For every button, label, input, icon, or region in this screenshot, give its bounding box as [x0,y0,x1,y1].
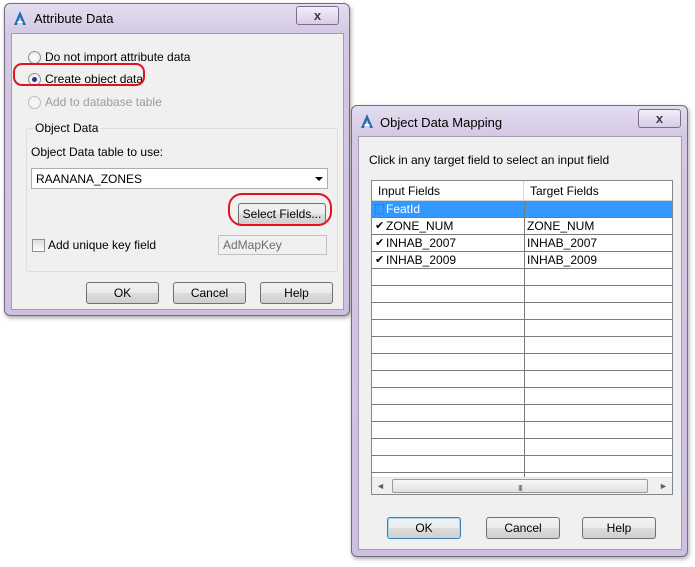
input-field-cell[interactable]: ✔ INHAB_2009 [372,252,524,268]
unchecked-box-icon[interactable] [375,204,384,214]
target-field-cell[interactable]: ZONE_NUM [525,218,672,234]
input-field-name: ZONE_NUM [386,219,454,233]
attribute-data-titlebar[interactable]: Attribute Data x [5,4,349,32]
ok-button[interactable]: OK [86,282,159,304]
help-button[interactable]: Help [260,282,333,304]
empty-table-row[interactable] [372,303,672,320]
empty-table-row[interactable] [372,286,672,303]
mapping-body: Click in any target field to select an i… [358,136,682,550]
table-row[interactable]: ✔ INHAB_2009 INHAB_2009 [372,252,672,269]
radio-button-icon[interactable] [28,50,41,64]
close-button[interactable]: x [296,6,339,25]
target-field-name: ZONE_NUM [527,219,595,233]
column-header-label: Input Fields [378,184,441,198]
radio-label: Do not import attribute data [45,50,191,64]
scroll-left-icon[interactable]: ◄ [372,478,389,494]
object-data-table-dropdown[interactable]: RAANANA_ZONES [31,168,328,189]
attribute-data-body: Do not import attribute data Create obje… [11,33,344,310]
unique-key-field-input: AdMapKey [218,235,327,255]
chevron-down-icon[interactable] [310,169,327,188]
input-field-cell[interactable]: FeatId [372,201,524,217]
grip-icon: III [518,484,523,493]
button-label: Cancel [504,521,542,535]
dialog-title: Attribute Data [34,11,114,26]
button-label: OK [113,286,132,300]
autocad-a-icon [359,113,375,129]
empty-table-row[interactable] [372,371,672,388]
input-field-cell[interactable]: ✔ ZONE_NUM [372,218,524,234]
empty-table-row[interactable] [372,354,672,371]
ok-button[interactable]: OK [387,517,461,539]
button-label: OK [415,521,433,535]
input-value: AdMapKey [223,238,282,252]
grid-header: Input Fields Target Fields [372,181,672,201]
target-field-name: INHAB_2007 [527,236,598,250]
object-data-mapping-dialog: Object Data Mapping x Click in any targe… [351,105,688,557]
table-row[interactable]: ✔ INHAB_2007 INHAB_2007 [372,235,672,252]
button-label: Help [606,521,632,535]
column-separator [524,201,525,477]
radio-label: Add to database table [45,95,162,109]
radio-create-object-data[interactable]: Create object data [28,71,143,87]
button-label: Select Fields... [242,207,322,221]
checkmark-icon[interactable]: ✔ [375,219,384,232]
input-field-cell[interactable]: ✔ INHAB_2007 [372,235,524,251]
cancel-button[interactable]: Cancel [486,517,560,539]
target-field-cell[interactable] [525,201,672,217]
radio-do-not-import[interactable]: Do not import attribute data [28,49,190,65]
empty-table-row[interactable] [372,337,672,354]
horizontal-scrollbar[interactable]: ◄ III ► [372,477,672,494]
empty-table-row[interactable] [372,439,672,456]
unique-key-checkbox[interactable] [32,239,45,252]
radio-button-disabled-icon [28,95,41,109]
empty-table-row[interactable] [372,269,672,286]
column-header-label: Target Fields [530,184,599,198]
target-field-cell[interactable]: INHAB_2007 [525,235,672,251]
target-field-cell[interactable]: INHAB_2009 [525,252,672,268]
input-field-name: INHAB_2007 [386,236,457,250]
button-label: Cancel [190,286,229,300]
close-icon: x [313,8,322,23]
attribute-data-dialog: Attribute Data x Do not import attribute… [4,3,350,316]
cancel-button[interactable]: Cancel [173,282,246,304]
dropdown-value: RAANANA_ZONES [36,172,143,186]
autocad-a-icon [12,10,28,26]
table-row[interactable]: ✔ ZONE_NUM ZONE_NUM [372,218,672,235]
scroll-right-icon[interactable]: ► [655,478,672,494]
dialog-title: Object Data Mapping [380,115,503,130]
button-label: Help [284,286,309,300]
instruction-text: Click in any target field to select an i… [369,153,610,167]
mapping-titlebar[interactable]: Object Data Mapping x [352,106,687,134]
table-label: Object Data table to use: [31,145,164,159]
radio-label: Create object data [45,72,144,86]
unique-key-label: Add unique key field [48,238,157,252]
close-icon: x [655,111,664,126]
empty-table-row[interactable] [372,405,672,422]
field-mapping-grid: Input Fields Target Fields FeatId ✔ ZONE_N… [371,180,673,495]
close-button[interactable]: x [638,109,681,128]
empty-table-row[interactable] [372,388,672,405]
object-data-group-title: Object Data [33,121,101,135]
radio-add-to-database: Add to database table [28,94,162,110]
help-button[interactable]: Help [582,517,656,539]
target-field-name: INHAB_2009 [527,253,598,267]
scroll-thumb[interactable]: III [392,479,648,493]
checkmark-icon[interactable]: ✔ [375,236,384,249]
empty-table-row[interactable] [372,456,672,473]
select-fields-button[interactable]: Select Fields... [238,203,326,225]
checkmark-icon[interactable]: ✔ [375,253,384,266]
table-row[interactable]: FeatId [372,201,672,218]
input-field-name: INHAB_2009 [386,253,457,267]
input-field-name: FeatId [386,202,421,216]
radio-button-selected-icon[interactable] [28,72,41,86]
column-header-target-fields[interactable]: Target Fields [524,181,672,201]
empty-table-row[interactable] [372,320,672,337]
column-header-input-fields[interactable]: Input Fields [372,181,524,201]
empty-table-row[interactable] [372,422,672,439]
